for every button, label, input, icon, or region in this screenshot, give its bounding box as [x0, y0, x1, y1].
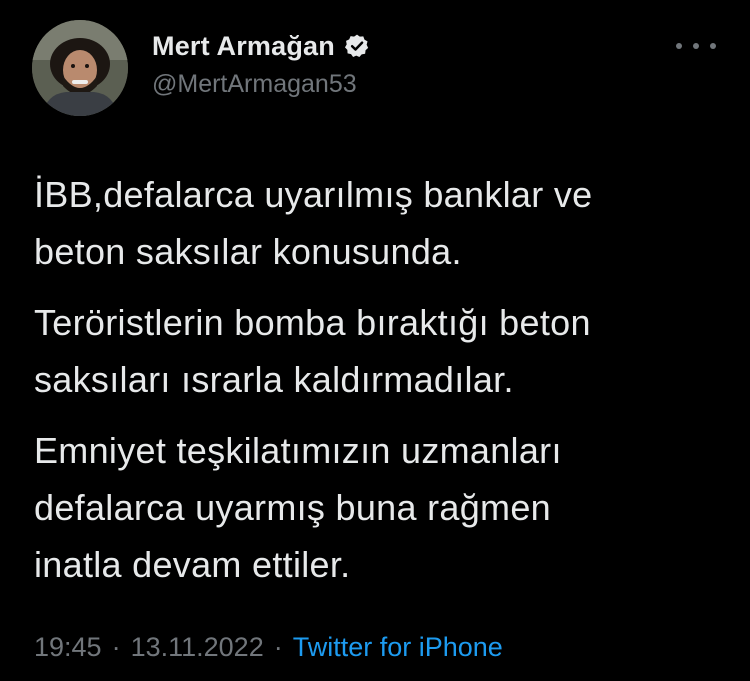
more-dot [710, 43, 716, 49]
tweet-time[interactable]: 19:45 [34, 632, 102, 663]
verified-badge-icon [344, 33, 370, 59]
tweet-source-link[interactable]: Twitter for iPhone [293, 632, 503, 663]
tweet: Mert Armağan @MertArmagan53 İBB,defalarc… [0, 0, 750, 681]
avatar-image [32, 20, 128, 116]
user-handle[interactable]: @MertArmagan53 [152, 70, 357, 99]
tweet-meta: 19:45 · 13.11.2022 · Twitter for iPhone [34, 632, 503, 663]
more-dot [676, 43, 682, 49]
more-dot [693, 43, 699, 49]
avatar[interactable] [32, 20, 128, 116]
tweet-paragraph: Emniyet teşkilatımızın uzmanları defalar… [34, 430, 562, 585]
display-name[interactable]: Mert Armağan [152, 31, 335, 62]
name-row: Mert Armağan [152, 30, 370, 62]
tweet-date[interactable]: 13.11.2022 [131, 632, 264, 663]
more-options-icon[interactable] [676, 36, 716, 56]
meta-separator: · [111, 632, 121, 662]
tweet-text: İBB,defalarca uyarılmış banklar ve beton… [34, 166, 724, 607]
tweet-paragraph: İBB,defalarca uyarılmış banklar ve beton… [34, 174, 593, 272]
tweet-paragraph: Teröristlerin bomba bıraktığı beton saks… [34, 302, 591, 400]
meta-separator: · [273, 632, 283, 662]
